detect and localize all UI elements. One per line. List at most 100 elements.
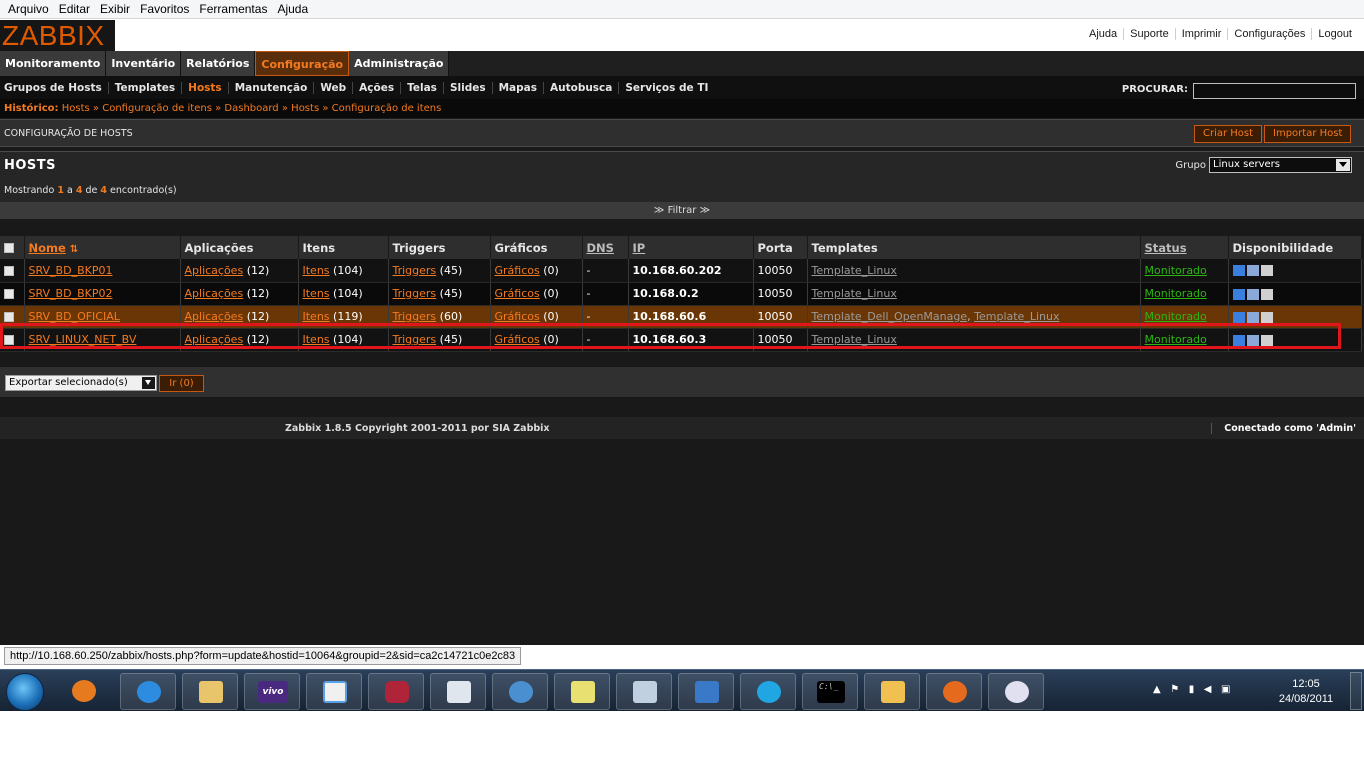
apps-link[interactable]: Aplicações [185, 333, 244, 346]
col-ip[interactable]: IP [628, 236, 754, 259]
col-status-label[interactable]: Status [1145, 241, 1187, 255]
status-link[interactable]: Monitorado [1145, 264, 1207, 277]
host-name-link[interactable]: SRV_BD_OFICIAL [29, 310, 120, 323]
search-input[interactable] [1193, 83, 1356, 99]
col-dns-label[interactable]: DNS [587, 241, 614, 255]
sticky-notes-icon[interactable] [554, 673, 610, 710]
row-checkbox[interactable] [4, 265, 14, 276]
document-icon[interactable] [430, 673, 486, 710]
file-explorer-icon[interactable] [182, 673, 238, 710]
menu-exibir[interactable]: Exibir [96, 2, 136, 16]
create-host-button[interactable]: Criar Host [1194, 125, 1263, 143]
select-all-checkbox[interactable] [4, 243, 14, 253]
outlook-icon[interactable] [864, 673, 920, 710]
filter-toggle[interactable]: ≫ Filtrar ≫ [0, 202, 1364, 219]
internet-explorer-icon[interactable] [120, 673, 176, 710]
settings-icon[interactable] [492, 673, 548, 710]
windows-start-icon[interactable] [6, 673, 44, 711]
tab-monitoramento[interactable]: Monitoramento [0, 51, 107, 76]
row-checkbox[interactable] [4, 335, 14, 345]
vivo-icon[interactable]: vivo [244, 673, 300, 710]
template-link[interactable]: Template_Dell_OpenManage [812, 310, 968, 323]
graphs-link[interactable]: Gráficos [495, 287, 540, 300]
graphs-link[interactable]: Gráficos [495, 310, 540, 323]
submenu-hosts[interactable]: Hosts [181, 81, 228, 94]
submenu-templates[interactable]: Templates [107, 81, 181, 94]
submenu-servicos-de-ti[interactable]: Serviços de TI [618, 81, 714, 94]
remote-desktop-icon[interactable] [678, 673, 734, 710]
host-name-link[interactable]: SRV_LINUX_NET_BV [29, 333, 137, 346]
col-nome[interactable]: Nome ⇅ [24, 236, 181, 259]
template-link[interactable]: Template_Linux [812, 333, 897, 346]
host-name-link[interactable]: SRV_BD_BKP01 [29, 264, 113, 277]
submenu-slides[interactable]: Slides [442, 81, 492, 94]
col-dns[interactable]: DNS [582, 236, 629, 259]
history-item-dashboard[interactable]: Dashboard [224, 103, 278, 114]
col-status[interactable]: Status [1140, 236, 1229, 259]
submenu-manutencao[interactable]: Manutenção [227, 81, 314, 94]
submenu-telas[interactable]: Telas [400, 81, 443, 94]
history-item-config-itens[interactable]: Configuração de itens [102, 103, 212, 114]
graphs-link[interactable]: Gráficos [495, 333, 540, 346]
triggers-link[interactable]: Triggers [393, 310, 437, 323]
items-link[interactable]: Itens [303, 264, 330, 277]
apps-link[interactable]: Aplicações [185, 287, 244, 300]
link-imprimir[interactable]: Imprimir [1174, 28, 1228, 40]
template-link[interactable]: Template_Linux [812, 287, 897, 300]
graphs-link[interactable]: Gráficos [495, 264, 540, 277]
group-select[interactable]: Linux servers [1209, 157, 1352, 173]
col-nome-label[interactable]: Nome [29, 241, 66, 255]
apps-link[interactable]: Aplicações [185, 310, 244, 323]
network-icon[interactable] [616, 673, 672, 710]
tab-inventario[interactable]: Inventário [106, 51, 182, 76]
row-checkbox[interactable] [4, 312, 14, 322]
submenu-acoes[interactable]: Ações [352, 81, 400, 94]
bulk-action-select[interactable]: Exportar selecionado(s) [5, 375, 157, 391]
link-suporte[interactable]: Suporte [1123, 28, 1175, 40]
media-player-icon[interactable] [60, 673, 112, 710]
host-name-link[interactable]: SRV_BD_BKP02 [29, 287, 113, 300]
skype-icon[interactable] [740, 673, 796, 710]
go-button[interactable]: Ir (0) [159, 375, 204, 392]
database-icon[interactable] [368, 673, 424, 710]
menu-ferramentas[interactable]: Ferramentas [195, 2, 273, 16]
menu-arquivo[interactable]: Arquivo [4, 2, 55, 16]
submenu-grupos-de-hosts[interactable]: Grupos de Hosts [4, 82, 108, 94]
menu-favoritos[interactable]: Favoritos [136, 2, 195, 16]
link-ajuda[interactable]: Ajuda [1083, 28, 1123, 40]
items-link[interactable]: Itens [303, 333, 330, 346]
template-link-2[interactable]: Template_Linux [974, 310, 1059, 323]
zabbix-logo[interactable]: ZABBIX [0, 20, 115, 51]
row-checkbox[interactable] [4, 289, 14, 299]
submenu-mapas[interactable]: Mapas [491, 81, 543, 94]
triggers-link[interactable]: Triggers [393, 333, 437, 346]
import-host-button[interactable]: Importar Host [1264, 125, 1352, 143]
tab-configuracao[interactable]: Configuração [255, 51, 350, 76]
system-tray-icons[interactable]: ▲ ⚑ ▮ ◀ ▣ [1153, 684, 1230, 695]
firefox-icon[interactable] [926, 673, 982, 710]
col-ip-label[interactable]: IP [633, 241, 646, 255]
link-logout[interactable]: Logout [1311, 28, 1358, 40]
items-link[interactable]: Itens [303, 310, 330, 323]
status-link[interactable]: Monitorado [1145, 333, 1207, 346]
status-link[interactable]: Monitorado [1145, 287, 1207, 300]
tab-relatorios[interactable]: Relatórios [181, 51, 256, 76]
triggers-link[interactable]: Triggers [393, 264, 437, 277]
tab-administracao[interactable]: Administração [349, 51, 450, 76]
submenu-autobusca[interactable]: Autobusca [542, 81, 618, 94]
system-clock[interactable]: 12:05 24/08/2011 [1272, 677, 1340, 707]
items-link[interactable]: Itens [303, 287, 330, 300]
paint-icon[interactable] [988, 673, 1044, 710]
triggers-link[interactable]: Triggers [393, 287, 437, 300]
history-item-config-itens-2[interactable]: Configuração de itens [332, 103, 442, 114]
command-prompt-icon[interactable]: C:\_ [802, 673, 858, 710]
notepad-icon[interactable] [306, 673, 362, 710]
apps-link[interactable]: Aplicações [185, 264, 244, 277]
submenu-web[interactable]: Web [313, 81, 352, 94]
history-item-hosts-2[interactable]: Hosts [291, 103, 319, 114]
show-desktop-button[interactable] [1350, 672, 1362, 710]
template-link[interactable]: Template_Linux [812, 264, 897, 277]
menu-ajuda[interactable]: Ajuda [273, 2, 314, 16]
status-link[interactable]: Monitorado [1145, 310, 1207, 323]
link-configuracoes[interactable]: Configurações [1227, 28, 1311, 40]
